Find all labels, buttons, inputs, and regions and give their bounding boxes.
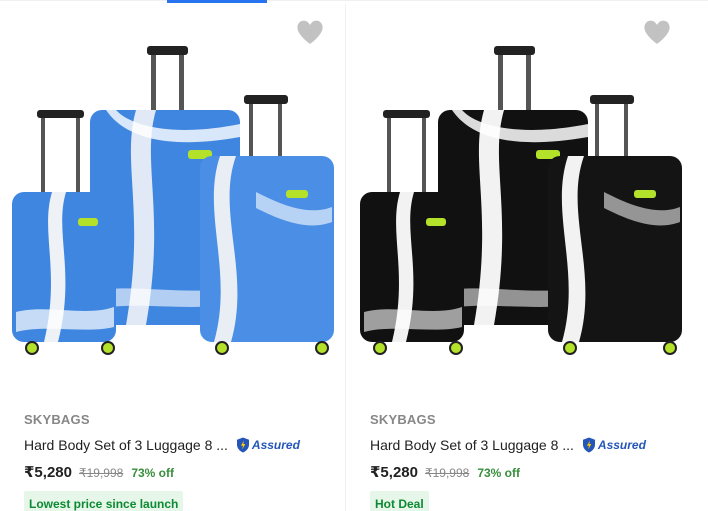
price-row: ₹5,280 ₹19,998 73% off [24,463,334,483]
assured-badge: Assured [582,436,646,454]
shield-icon [582,437,595,453]
selling-price: ₹5,280 [370,464,418,481]
title-row: Hard Body Set of 3 Luggage 8 ... Assured [370,436,680,454]
product-title[interactable]: Hard Body Set of 3 Luggage 8 ... [370,436,574,454]
product-title[interactable]: Hard Body Set of 3 Luggage 8 ... [24,436,228,454]
discount-percent: 73% off [131,466,175,480]
product-card[interactable]: SKYBAGS Hard Body Set of 3 Luggage 8 ...… [0,4,346,511]
product-image[interactable] [6,42,340,362]
deal-badge: Hot Deal [370,491,429,511]
selling-price: ₹5,280 [24,464,72,481]
active-tab-indicator [167,0,267,3]
product-info: SKYBAGS Hard Body Set of 3 Luggage 8 ...… [370,412,680,511]
shield-icon [236,437,249,453]
brand-name: SKYBAGS [24,412,90,427]
brand-name: SKYBAGS [370,412,436,427]
product-info: SKYBAGS Hard Body Set of 3 Luggage 8 ...… [24,412,334,511]
title-row: Hard Body Set of 3 Luggage 8 ... Assured [24,436,334,454]
assured-label: Assured [251,438,300,452]
assured-badge: Assured [236,436,300,454]
discount-percent: 73% off [477,466,521,480]
product-image[interactable] [352,42,686,362]
original-price: ₹19,998 [78,466,124,480]
product-card[interactable]: SKYBAGS Hard Body Set of 3 Luggage 8 ...… [346,4,692,511]
deal-badge: Lowest price since launch [24,491,184,511]
price-row: ₹5,280 ₹19,998 73% off [370,463,680,483]
product-grid: SKYBAGS Hard Body Set of 3 Luggage 8 ...… [0,4,708,511]
original-price: ₹19,998 [424,466,470,480]
assured-label: Assured [597,438,646,452]
